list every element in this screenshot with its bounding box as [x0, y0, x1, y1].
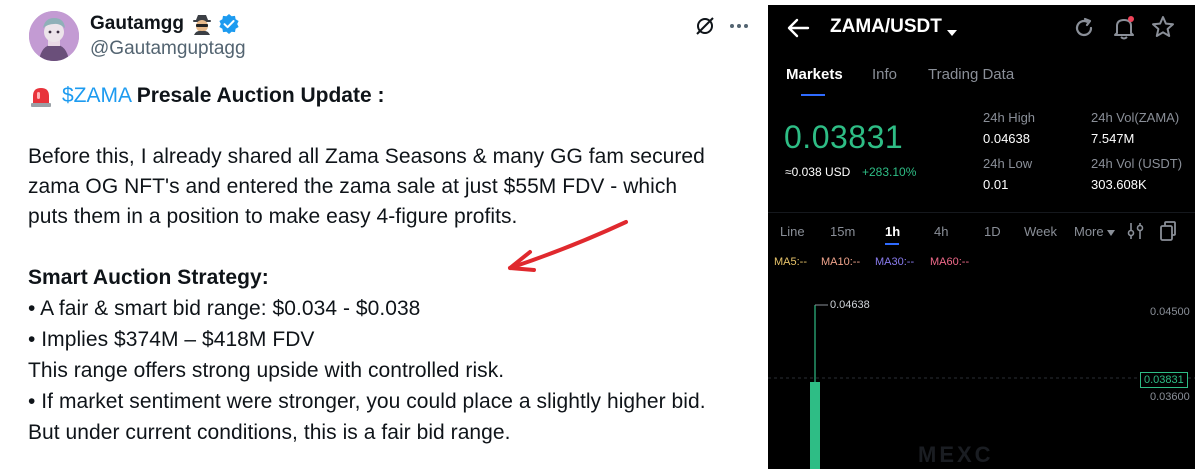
interval-more[interactable]: More — [1074, 224, 1116, 239]
ma5-indicator: MA5:-- — [774, 256, 807, 268]
grok-icon[interactable] — [694, 15, 716, 42]
avatar[interactable] — [29, 11, 79, 61]
active-interval-indicator — [885, 243, 899, 245]
strategy-line: This range offers strong upside with con… — [28, 359, 505, 382]
stat-low-label: 24h Low — [983, 156, 1033, 171]
tweet-card: Gautamgg @Gautamguptagg $ZAMA Presale Au… — [0, 0, 768, 469]
paragraph-line: puts them in a position to make easy 4-f… — [28, 205, 518, 228]
stat-vol-base-label: 24h Vol(ZAMA) — [1091, 110, 1180, 125]
tweet-headline: $ZAMA Presale Auction Update : — [62, 84, 384, 108]
siren-emoji-icon — [28, 84, 54, 113]
more-options-icon[interactable] — [728, 15, 750, 42]
back-arrow-icon[interactable] — [786, 15, 812, 46]
tab-info[interactable]: Info — [872, 66, 897, 83]
headline-title: Presale Auction Update : — [136, 84, 385, 107]
change-percent: +283.10% — [862, 165, 917, 179]
interval-15m[interactable]: 15m — [830, 224, 855, 239]
strategy-line: But under current conditions, this is a … — [28, 421, 511, 444]
interval-1d[interactable]: 1D — [984, 224, 1001, 239]
caret-down-icon[interactable] — [946, 24, 958, 42]
stat-high-label: 24h High — [983, 110, 1036, 125]
strategy-heading: Smart Auction Strategy: — [28, 266, 269, 289]
interval-more-label: More — [1074, 224, 1104, 239]
refresh-icon[interactable] — [1072, 16, 1096, 45]
axis-label: 0.03600 — [1150, 391, 1190, 403]
strategy-line: • If market sentiment were stronger, you… — [28, 390, 706, 413]
ma60-indicator: MA60:-- — [930, 256, 970, 268]
tab-trading-data[interactable]: Trading Data — [928, 66, 1014, 83]
interval-1h[interactable]: 1h — [885, 224, 900, 239]
stat-vol-quote-label: 24h Vol (USDT) — [1091, 156, 1183, 171]
user-handle[interactable]: @Gautamguptagg — [90, 38, 246, 60]
paragraph-line: Before this, I already shared all Zama S… — [28, 145, 705, 168]
copy-icon[interactable] — [1158, 220, 1178, 247]
display-name[interactable]: Gautamgg — [90, 13, 184, 35]
strategy-line: • A fair & smart bid range: $0.034 - $0.… — [28, 297, 421, 320]
axis-label: 0.04500 — [1150, 306, 1190, 318]
stat-high-value: 0.04638 — [983, 131, 1030, 146]
red-arrow-annotation — [490, 210, 640, 285]
tab-markets[interactable]: Markets — [786, 66, 843, 83]
interval-4h[interactable]: 4h — [934, 224, 948, 239]
cashtag-link[interactable]: $ZAMA — [62, 84, 131, 107]
verified-badge-icon — [218, 13, 240, 40]
exchange-panel: ZAMA/USDT Markets Info Trading Data 0.03… — [768, 5, 1195, 469]
current-price-tag: 0.03831 — [1140, 372, 1188, 388]
interval-line[interactable]: Line — [780, 224, 805, 239]
candle-body — [810, 382, 820, 469]
usd-price: ≈0.038 USD — [785, 165, 851, 179]
strategy-line: • Implies $374M – $418M FDV — [28, 328, 315, 351]
stat-low-value: 0.01 — [983, 177, 1009, 192]
bell-icon[interactable] — [1112, 15, 1136, 46]
more-caret-icon — [1107, 230, 1116, 236]
exchange-watermark: MEXC — [918, 442, 994, 467]
favorite-star-icon[interactable] — [1151, 15, 1175, 44]
interval-week[interactable]: Week — [1024, 224, 1057, 239]
high-marker-label: 0.04638 — [830, 299, 870, 311]
section-divider — [768, 212, 1195, 213]
active-tab-indicator — [801, 94, 825, 96]
paragraph-line: zama OG NFT's and entered the zama sale … — [28, 175, 678, 198]
spy-emoji-icon — [190, 13, 214, 40]
ma10-indicator: MA10:-- — [821, 256, 861, 268]
stat-vol-base-value: 7.547M — [1091, 131, 1135, 146]
ma30-indicator: MA30:-- — [875, 256, 915, 268]
stat-vol-quote-value: 303.608K — [1091, 177, 1147, 192]
last-price: 0.03831 — [784, 119, 904, 155]
pair-selector[interactable]: ZAMA/USDT — [830, 16, 942, 38]
indicator-settings-icon[interactable] — [1126, 221, 1146, 246]
